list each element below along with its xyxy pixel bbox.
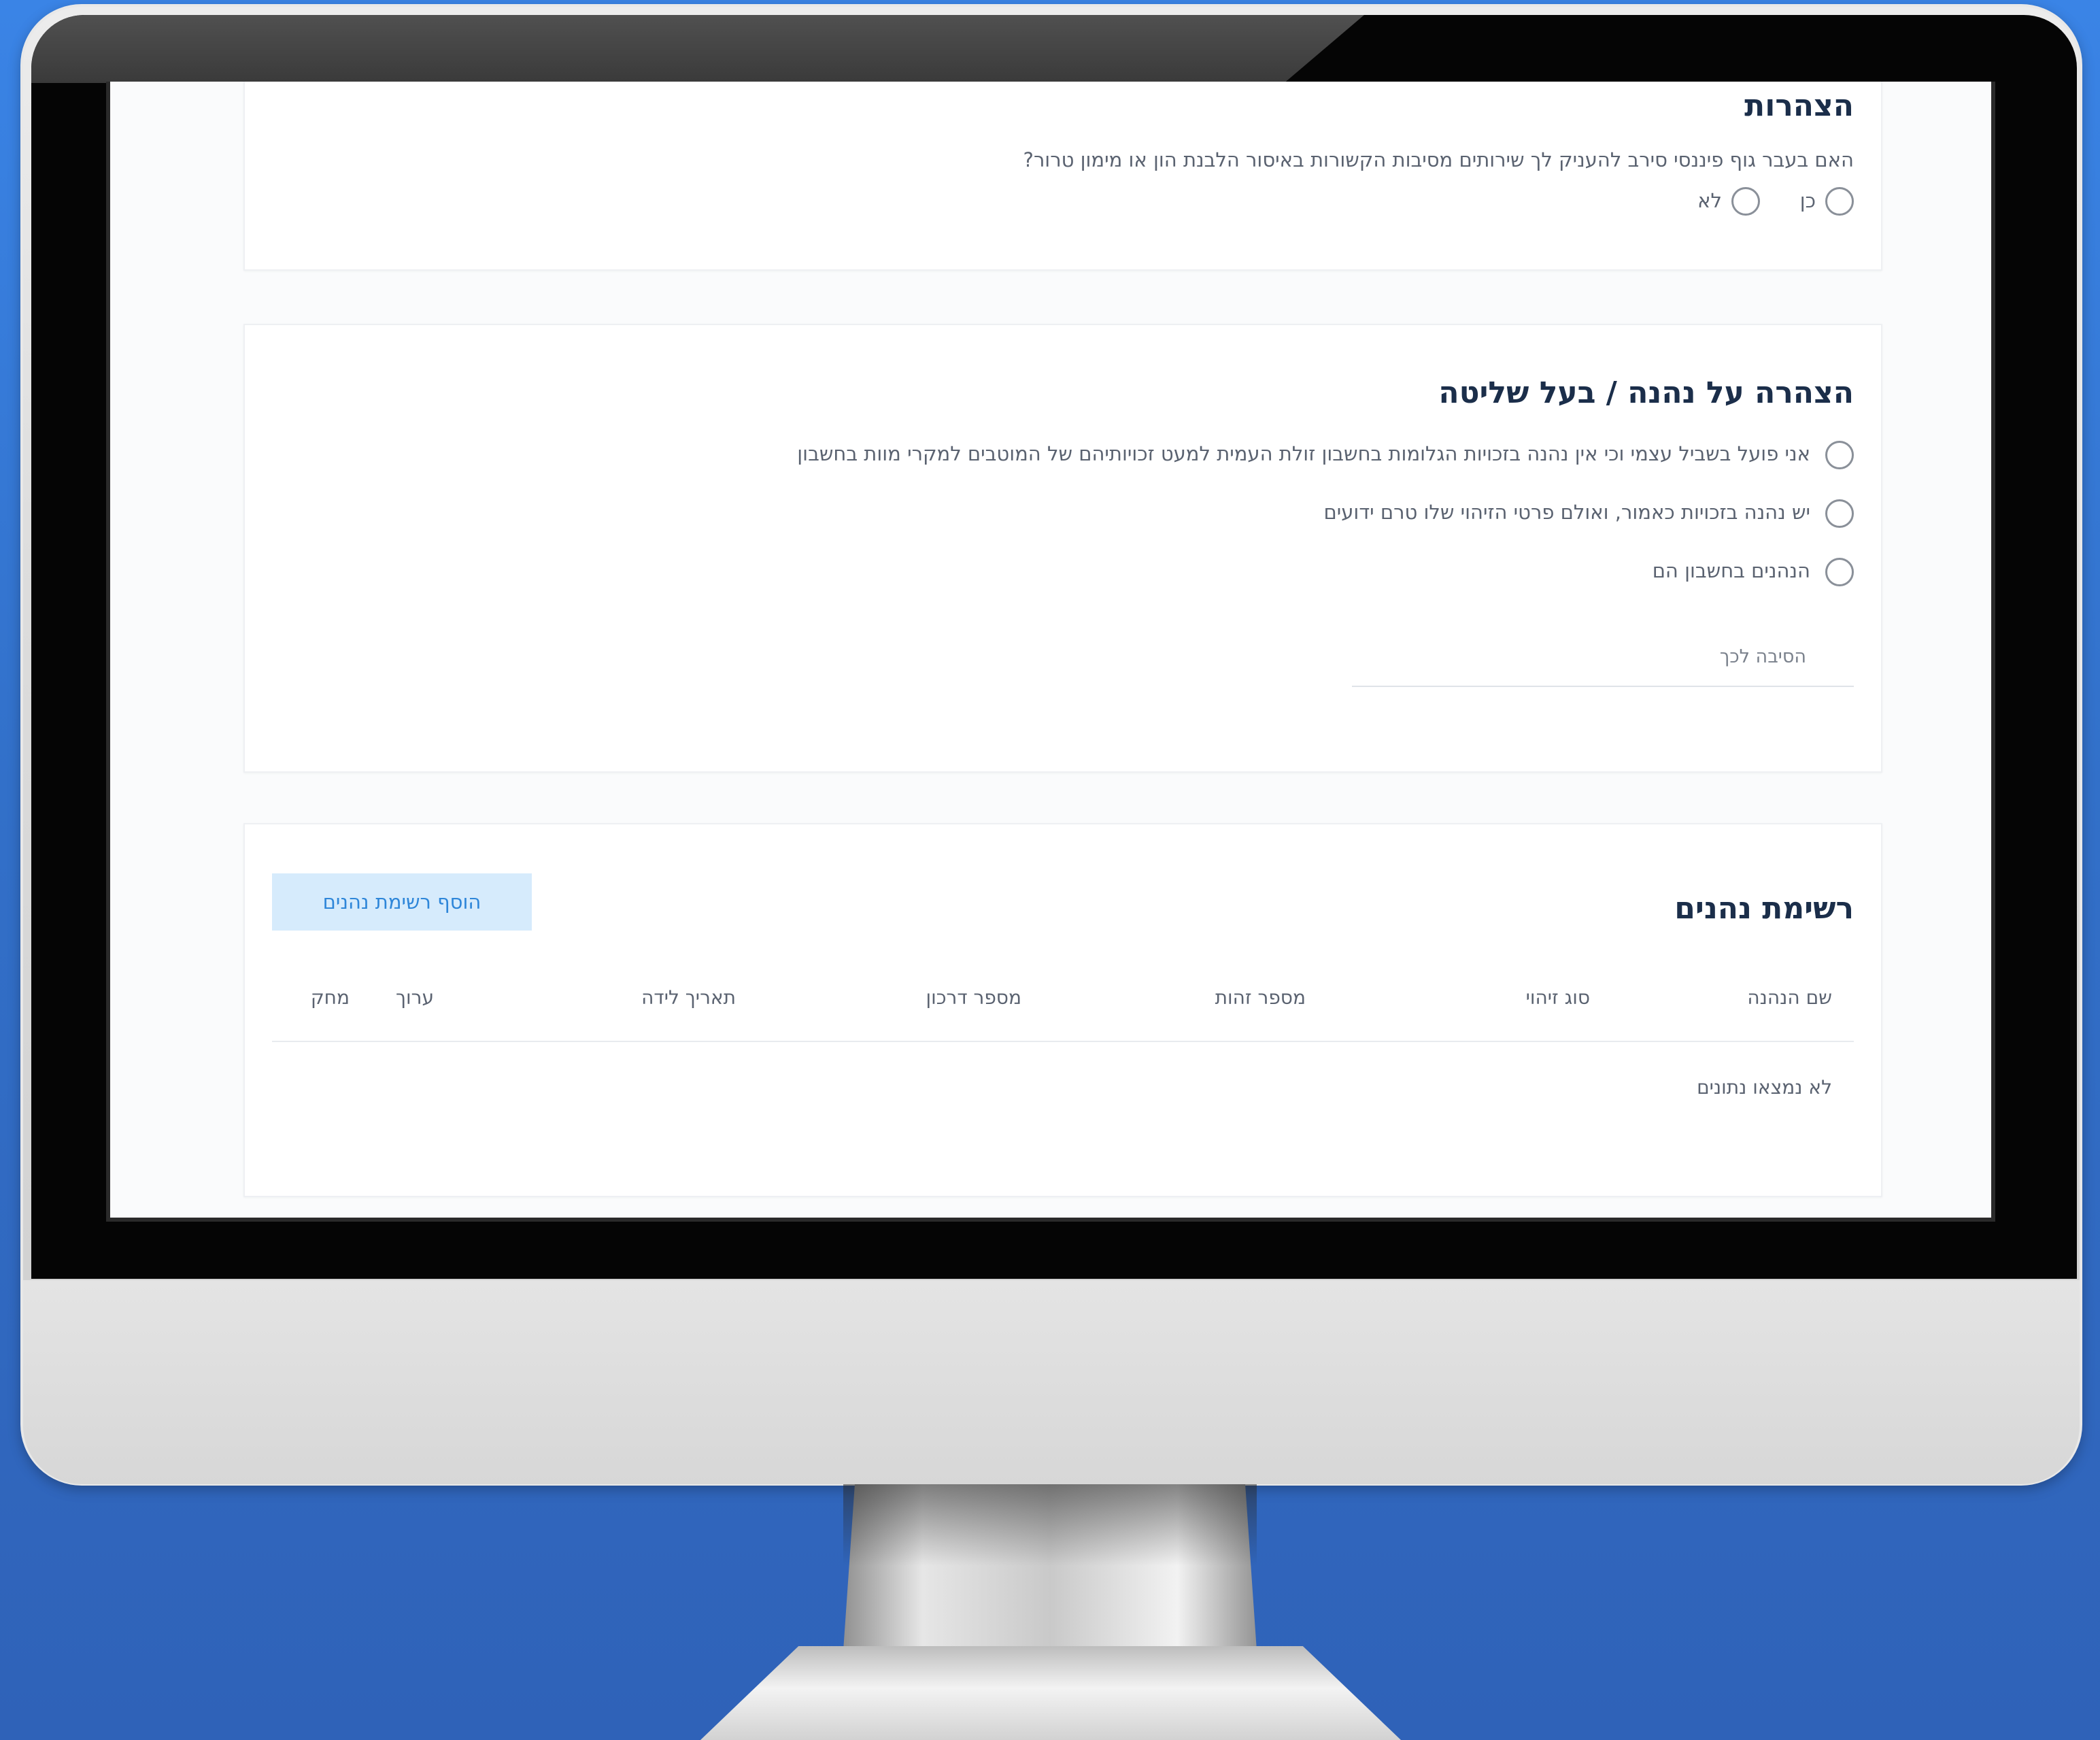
screen: הצהרות האם בעבר גוף פיננסי סירב להעניק ל… [106,82,1995,1222]
stand-shadow [843,1484,1257,1566]
declarations-card: הצהרות האם בעבר גוף פיננסי סירב להעניק ל… [243,82,1882,271]
empty-table-message: לא נמצאו נתונים [1697,1076,1832,1099]
monitor-stand-base [700,1646,1401,1740]
radio-no-label[interactable]: לא [1697,189,1722,212]
monitor-chin [23,1280,2080,1484]
reason-field-label[interactable]: הסיבה לכך [1720,646,1806,667]
column-id-type: סוג זיהוי [1525,986,1590,1009]
column-delete: מחק [310,986,350,1009]
aml-question: האם בעבר גוף פיננסי סירב להעניק לך שירות… [1023,148,1854,171]
table-header-divider [272,1041,1854,1042]
column-beneficiary-name: שם הנהנה [1747,986,1832,1009]
reason-field[interactable] [1352,686,1854,687]
radio-no[interactable] [1731,187,1760,216]
column-id-number: מספר זהות [1215,986,1306,1009]
beneficiaries-list-title: רשימת נהנים [1674,891,1854,926]
radio-beneficiaries-are[interactable] [1825,558,1854,586]
radio-yes[interactable] [1825,187,1854,216]
add-beneficiaries-button[interactable]: הוסף רשימת נהנים [272,873,532,931]
beneficiaries-list-card: רשימת נהנים הוסף רשימת נהנים שם הנהנה סו… [243,823,1882,1197]
column-birth-date: תאריך לידה [641,986,736,1009]
beneficiary-declaration-card: הצהרה על נהנה / בעל שליטה אני פועל בשביל… [243,324,1882,773]
declarations-title: הצהרות [1744,88,1854,123]
radio-self-beneficiary[interactable] [1825,441,1854,469]
radio-unknown-beneficiary-label[interactable]: יש נהנה בזכויות כאמור, ואולם פרטי הזיהוי… [1324,501,1810,524]
bezel-glare [31,15,1364,83]
radio-self-beneficiary-label[interactable]: אני פועל בשביל עצמי וכי אין נהנה בזכויות… [797,442,1810,465]
radio-yes-label[interactable]: כן [1800,189,1816,212]
column-edit: ערוך [396,986,434,1009]
beneficiary-declaration-title: הצהרה על נהנה / בעל שליטה [1438,375,1854,410]
radio-unknown-beneficiary[interactable] [1825,499,1854,528]
radio-beneficiaries-are-label[interactable]: הנהנים בחשבון הם [1653,559,1810,582]
column-passport-number: מספר דרכון [926,986,1021,1009]
